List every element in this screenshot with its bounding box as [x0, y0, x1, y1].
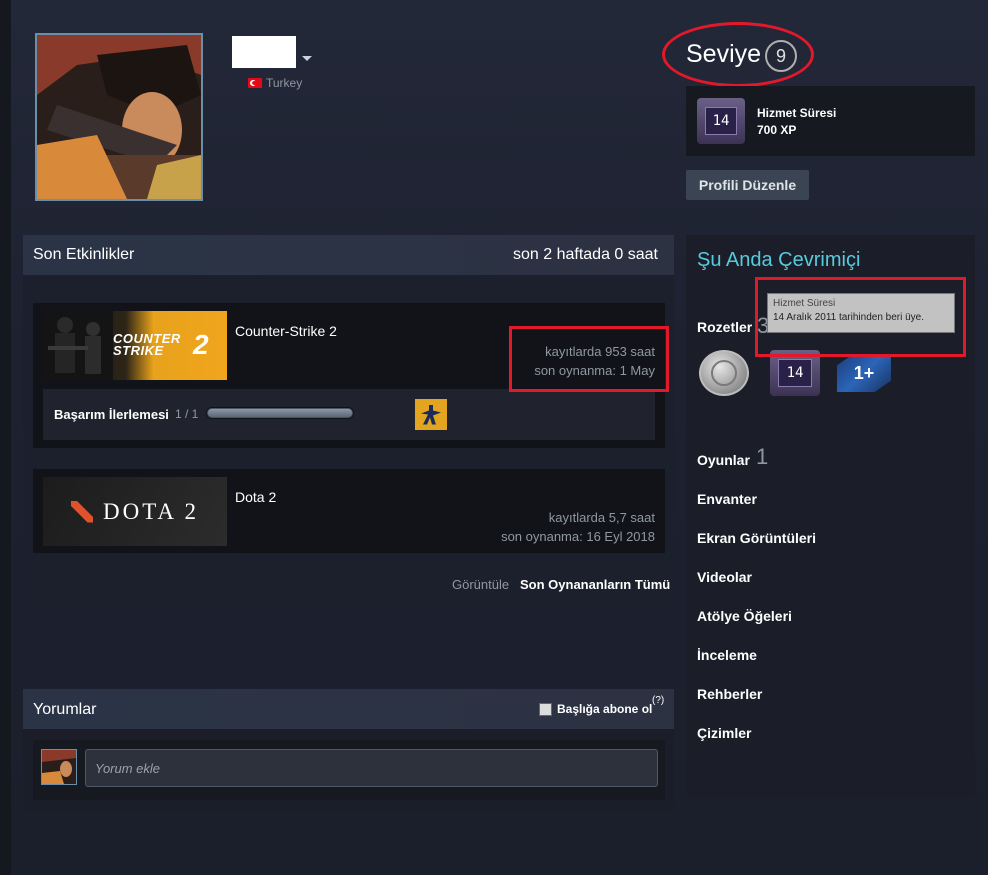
- xp-badge-number: 14: [705, 107, 737, 135]
- cs2-capsule-image[interactable]: COUNTER STRIKE 2: [43, 311, 227, 380]
- dota2-logo-icon: [70, 500, 93, 523]
- sidebar-item-badges[interactable]: Rozetler: [697, 319, 752, 335]
- online-status: Şu Anda Çevrimiçi: [697, 249, 861, 271]
- comments-title: Yorumlar: [33, 701, 97, 718]
- recent-activity-title: Son Etkinlikler: [33, 246, 135, 263]
- subscribe-label[interactable]: Başlığa abone ol: [557, 702, 652, 716]
- achievement-icon[interactable]: [415, 399, 447, 430]
- years-of-service-badge-icon[interactable]: 14: [697, 98, 745, 144]
- profile-country: Turkey: [266, 76, 303, 90]
- sidebar-item-games[interactable]: Oyunlar: [697, 452, 750, 468]
- page-edge: [0, 0, 11, 875]
- achievement-progress-bar: [206, 407, 354, 419]
- comment-input[interactable]: [85, 749, 658, 787]
- games-count: 1: [756, 444, 769, 469]
- sidebar-item-guides[interactable]: Rehberler: [697, 686, 762, 702]
- view-all-recent-link[interactable]: Son Oynananların Tümü: [520, 577, 670, 592]
- profile-avatar[interactable]: [35, 33, 203, 201]
- badge-coin-inner: [711, 360, 737, 386]
- turkey-flag-icon: [248, 78, 262, 88]
- sidebar-item-videos[interactable]: Videolar: [697, 569, 752, 585]
- xp-value: 700 XP: [757, 123, 797, 137]
- sidebar-item-inventory[interactable]: Envanter: [697, 491, 757, 507]
- subscribe-help-icon[interactable]: (?): [652, 695, 664, 706]
- annotation-rectangle-tooltip: [755, 277, 966, 357]
- counter-terrorist-icon: [421, 404, 441, 425]
- game-name-dota2[interactable]: Dota 2: [235, 489, 276, 505]
- cs2-capsule-logo: COUNTER STRIKE: [113, 331, 181, 358]
- game-name-cs2[interactable]: Counter-Strike 2: [235, 323, 337, 339]
- annotation-ellipse: [662, 22, 814, 87]
- name-dropdown-icon[interactable]: [302, 56, 312, 61]
- badge-years-number: 14: [778, 359, 812, 387]
- dota2-last-played: son oynanma: 16 Eyl 2018: [501, 529, 655, 544]
- comment-avatar: [41, 749, 77, 785]
- view-label: Görüntüle: [452, 577, 510, 592]
- sidebar-item-artwork[interactable]: Çizimler: [697, 725, 751, 741]
- cs2-capsule-number: 2: [193, 329, 209, 360]
- sidebar-item-workshop[interactable]: Atölye Öğeleri: [697, 608, 792, 624]
- recent-activity-hours: son 2 haftada 0 saat: [513, 246, 658, 263]
- avatar-artwork: [37, 35, 201, 199]
- sidebar-item-reviews[interactable]: İnceleme: [697, 647, 757, 663]
- edit-profile-button[interactable]: Profili Düzenle: [686, 170, 809, 200]
- profile-name-redacted: [232, 36, 296, 68]
- achievement-progress-label[interactable]: Başarım İlerlemesi: [54, 407, 169, 422]
- achievement-count: 1 / 1: [175, 407, 199, 421]
- dota2-capsule-image[interactable]: DOTA 2: [43, 477, 227, 546]
- xp-badge-title: Hizmet Süresi: [757, 106, 837, 120]
- subscribe-checkbox[interactable]: [539, 703, 552, 716]
- annotation-rectangle-hours: [509, 326, 669, 392]
- badge-coin-icon[interactable]: [699, 350, 749, 396]
- cs2-soldiers-icon: [43, 311, 113, 380]
- achievement-progress-fill: [208, 409, 352, 417]
- dota2-capsule-logo: DOTA 2: [102, 498, 200, 524]
- dota2-hours-on-record: kayıtlarda 5,7 saat: [548, 510, 655, 525]
- sidebar-item-screenshots[interactable]: Ekran Görüntüleri: [697, 530, 816, 546]
- comment-avatar-artwork: [42, 750, 76, 784]
